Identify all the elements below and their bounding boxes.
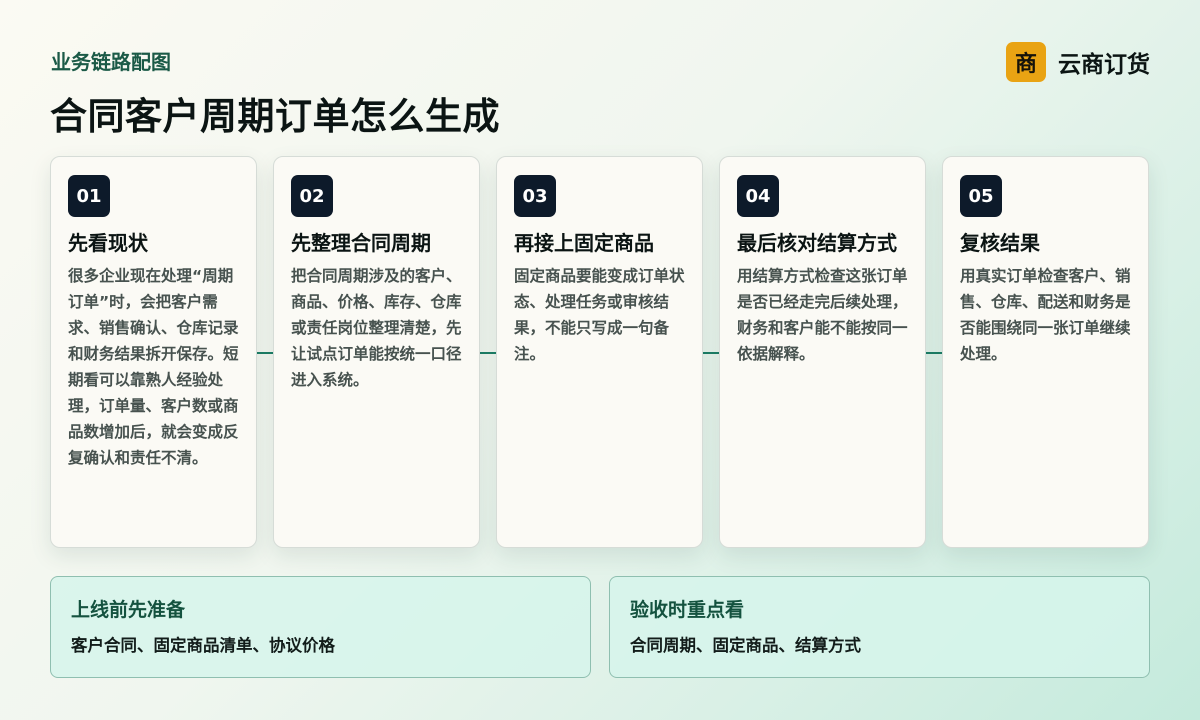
panel-title: 上线前先准备 xyxy=(71,599,186,621)
step-description: 把合同周期涉及的客户、商品、价格、库存、仓库或责任岗位整理清楚，先让试点订单能按… xyxy=(291,267,462,389)
step-description: 用结算方式检查这张订单是否已经走完后续处理，财务和客户能不能按同一依据解释。 xyxy=(737,267,908,363)
page-title: 合同客户周期订单怎么生成 xyxy=(50,95,500,138)
step-title: 再接上固定商品 xyxy=(514,231,654,255)
connector-line xyxy=(926,352,942,354)
step-description: 固定商品要能变成订单状态、处理任务或审核结果，不能只写成一句备注。 xyxy=(514,267,685,363)
connector-line xyxy=(257,352,273,354)
step-card-2: 02 先整理合同周期 把合同周期涉及的客户、商品、价格、库存、仓库或责任岗位整理… xyxy=(273,156,480,548)
step-title: 复核结果 xyxy=(960,231,1040,255)
step-title: 先看现状 xyxy=(68,231,148,255)
step-flow: 01 先看现状 很多企业现在处理“周期订单”时，会把客户需求、销售确认、仓库记录… xyxy=(50,156,1150,550)
acceptance-panel: 验收时重点看 合同周期、固定商品、结算方式 xyxy=(609,576,1150,678)
brand-logo-icon: 商 xyxy=(1006,42,1046,82)
step-description: 很多企业现在处理“周期订单”时，会把客户需求、销售确认、仓库记录和财务结果拆开保… xyxy=(68,267,239,467)
panel-title: 验收时重点看 xyxy=(630,599,745,621)
connector-line xyxy=(703,352,719,354)
prep-panel: 上线前先准备 客户合同、固定商品清单、协议价格 xyxy=(50,576,591,678)
step-card-1: 01 先看现状 很多企业现在处理“周期订单”时，会把客户需求、销售确认、仓库记录… xyxy=(50,156,257,548)
connector-line xyxy=(480,352,496,354)
brand-name: 云商订货 xyxy=(1058,52,1150,78)
step-card-4: 04 最后核对结算方式 用结算方式检查这张订单是否已经走完后续处理，财务和客户能… xyxy=(719,156,926,548)
step-title: 先整理合同周期 xyxy=(291,231,431,255)
brand: 商 云商订货 xyxy=(1006,42,1150,82)
step-title: 最后核对结算方式 xyxy=(737,231,897,255)
step-number-badge: 05 xyxy=(960,175,1002,217)
step-description: 用真实订单检查客户、销售、仓库、配送和财务是否能围绕同一张订单继续处理。 xyxy=(960,267,1131,363)
panel-text: 合同周期、固定商品、结算方式 xyxy=(630,636,861,655)
panel-text: 客户合同、固定商品清单、协议价格 xyxy=(71,636,335,655)
step-number-badge: 04 xyxy=(737,175,779,217)
step-number-badge: 01 xyxy=(68,175,110,217)
step-number-badge: 03 xyxy=(514,175,556,217)
step-card-3: 03 再接上固定商品 固定商品要能变成订单状态、处理任务或审核结果，不能只写成一… xyxy=(496,156,703,548)
page-kicker: 业务链路配图 xyxy=(51,50,171,74)
step-card-5: 05 复核结果 用真实订单检查客户、销售、仓库、配送和财务是否能围绕同一张订单继… xyxy=(942,156,1149,548)
step-number-badge: 02 xyxy=(291,175,333,217)
